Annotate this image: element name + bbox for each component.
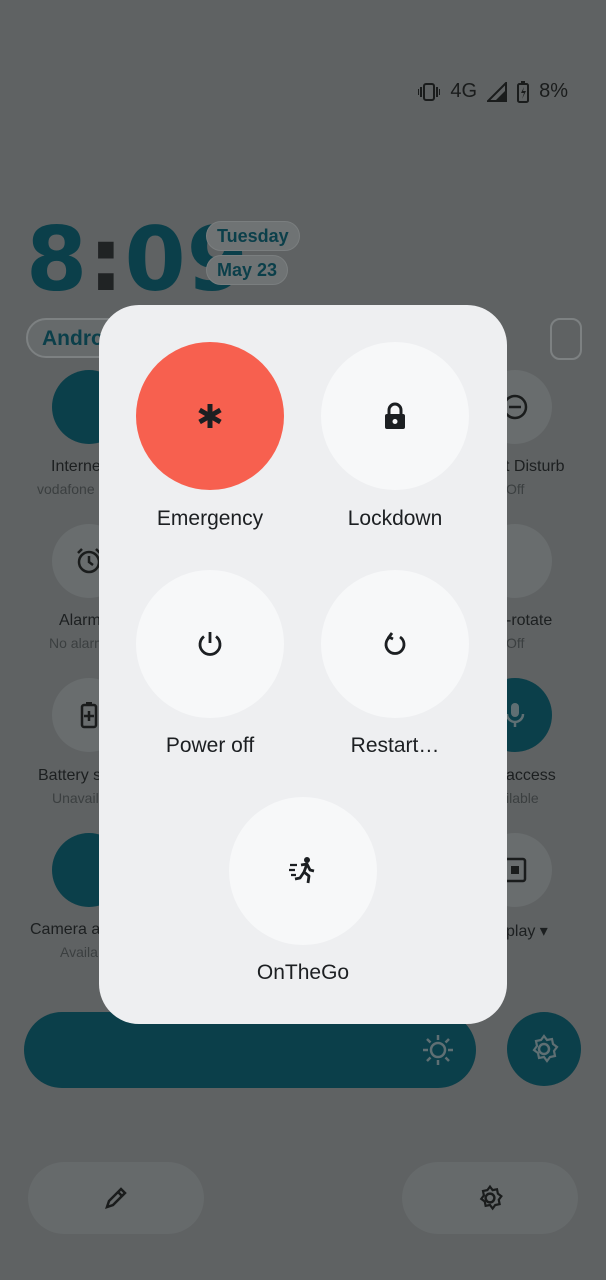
alarm-label: Alarm xyxy=(59,612,101,629)
battery-sub: Unavail xyxy=(52,790,99,806)
microphone-icon xyxy=(505,703,525,727)
running-person-icon xyxy=(289,857,315,884)
settings-button[interactable] xyxy=(402,1162,578,1234)
battery-tile-icon[interactable] xyxy=(550,318,582,360)
emergency-button[interactable] xyxy=(136,342,284,490)
emergency-label: Emergency xyxy=(156,507,264,530)
lockdown-button[interactable] xyxy=(321,342,469,490)
vibrate-icon xyxy=(418,82,441,101)
restart-icon xyxy=(384,632,406,655)
lockdown-label: Lockdown xyxy=(347,507,443,530)
lock-icon xyxy=(385,402,405,429)
dnd-sub: Off xyxy=(506,481,525,497)
internet-sub: vodafone xyxy=(37,481,95,497)
battery-label: Battery s xyxy=(38,767,102,784)
power-icon xyxy=(198,632,222,656)
signal-icon xyxy=(487,81,508,102)
rotate-label: -rotate xyxy=(506,612,553,629)
brightness-icon xyxy=(423,1035,453,1065)
camera-label: Camera a xyxy=(30,921,101,938)
rotate-sub: Off xyxy=(506,635,525,651)
status-bar: 4G 8% xyxy=(418,80,568,103)
mic-label: access xyxy=(506,767,556,784)
battery-percent: 8% xyxy=(539,80,568,102)
internet-label: Interne xyxy=(51,458,101,475)
gear-icon xyxy=(532,1034,559,1063)
day-pill: Tuesday xyxy=(206,221,300,251)
asterisk-icon xyxy=(198,404,222,428)
camera-sub: Availa xyxy=(60,944,98,960)
date-pill: May 23 xyxy=(206,255,289,285)
power-menu: Emergency Lockdown Power off Restart… On… xyxy=(99,305,507,1024)
onthego-label: OnTheGo xyxy=(256,961,350,984)
battery-plus-icon xyxy=(80,702,98,729)
onthego-button[interactable] xyxy=(229,797,377,945)
mic-sub: ilable xyxy=(506,790,539,806)
power-off-label: Power off xyxy=(165,734,255,757)
network-type: 4G xyxy=(450,80,478,102)
restart-label: Restart… xyxy=(350,734,440,757)
alarm-sub: No alarm xyxy=(49,635,106,651)
pencil-icon xyxy=(105,1187,127,1209)
edit-tiles-button[interactable] xyxy=(28,1162,204,1234)
power-off-button[interactable] xyxy=(136,570,284,718)
dnd-label: t Disturb xyxy=(505,458,565,475)
gear-icon xyxy=(479,1184,503,1211)
display-label: play ▾ xyxy=(506,923,548,940)
restart-button[interactable] xyxy=(321,570,469,718)
battery-charging-icon xyxy=(517,80,530,103)
brightness-settings-button[interactable] xyxy=(507,1012,581,1086)
